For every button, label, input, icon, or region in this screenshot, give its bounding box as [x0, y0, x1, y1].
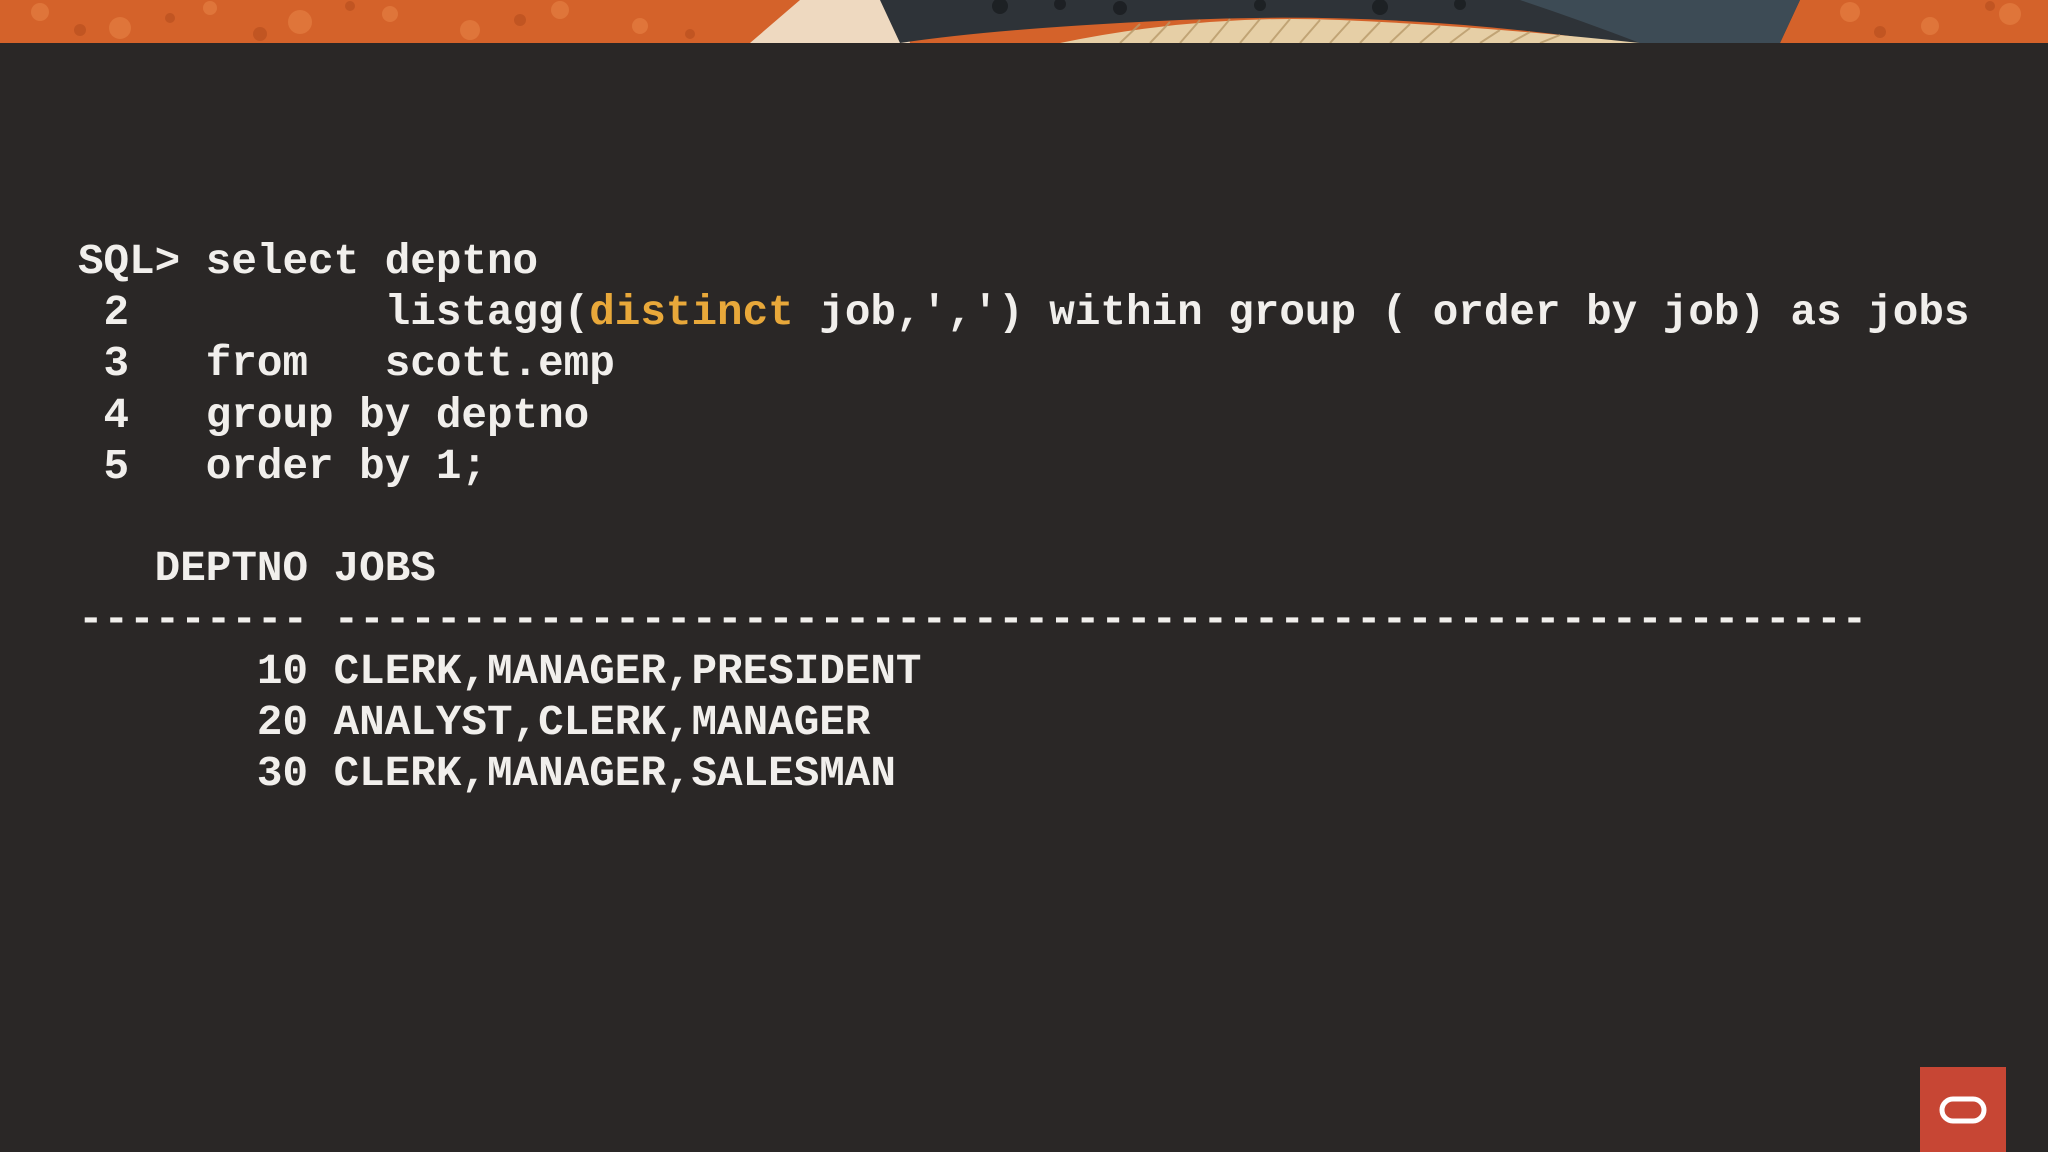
result-row: 20 ANALYST,CLERK,MANAGER — [78, 698, 871, 747]
sql-terminal-output: SQL> select deptno 2 listagg(distinct jo… — [78, 237, 1969, 800]
oracle-logo-icon — [1939, 1096, 1987, 1123]
sql-prompt-line: SQL> select deptno — [78, 238, 539, 286]
decorative-banner — [0, 0, 2048, 43]
result-header: DEPTNO JOBS — [78, 545, 436, 594]
result-row: 30 CLERK,MANAGER,SALESMAN — [78, 749, 896, 798]
result-row: 10 CLERK,MANAGER,PRESIDENT — [78, 647, 922, 696]
sql-line-2: 2 listagg(distinct job,',') within group… — [78, 288, 1970, 339]
banner-illustration — [0, 0, 2048, 43]
oracle-logo-badge — [1920, 1067, 2006, 1152]
sql-line-4: 4 group by deptno — [78, 391, 590, 440]
sql-line-3: 3 from scott.emp — [78, 340, 615, 389]
sql-line-2-before: 2 listagg( — [78, 289, 590, 338]
sql-line-5: 5 order by 1; — [78, 442, 487, 491]
sql-line-2-after: job,',') within group ( order by job) as… — [793, 289, 1970, 338]
sql-keyword-distinct: distinct — [589, 289, 794, 338]
result-separator: --------- ------------------------------… — [78, 596, 1868, 645]
